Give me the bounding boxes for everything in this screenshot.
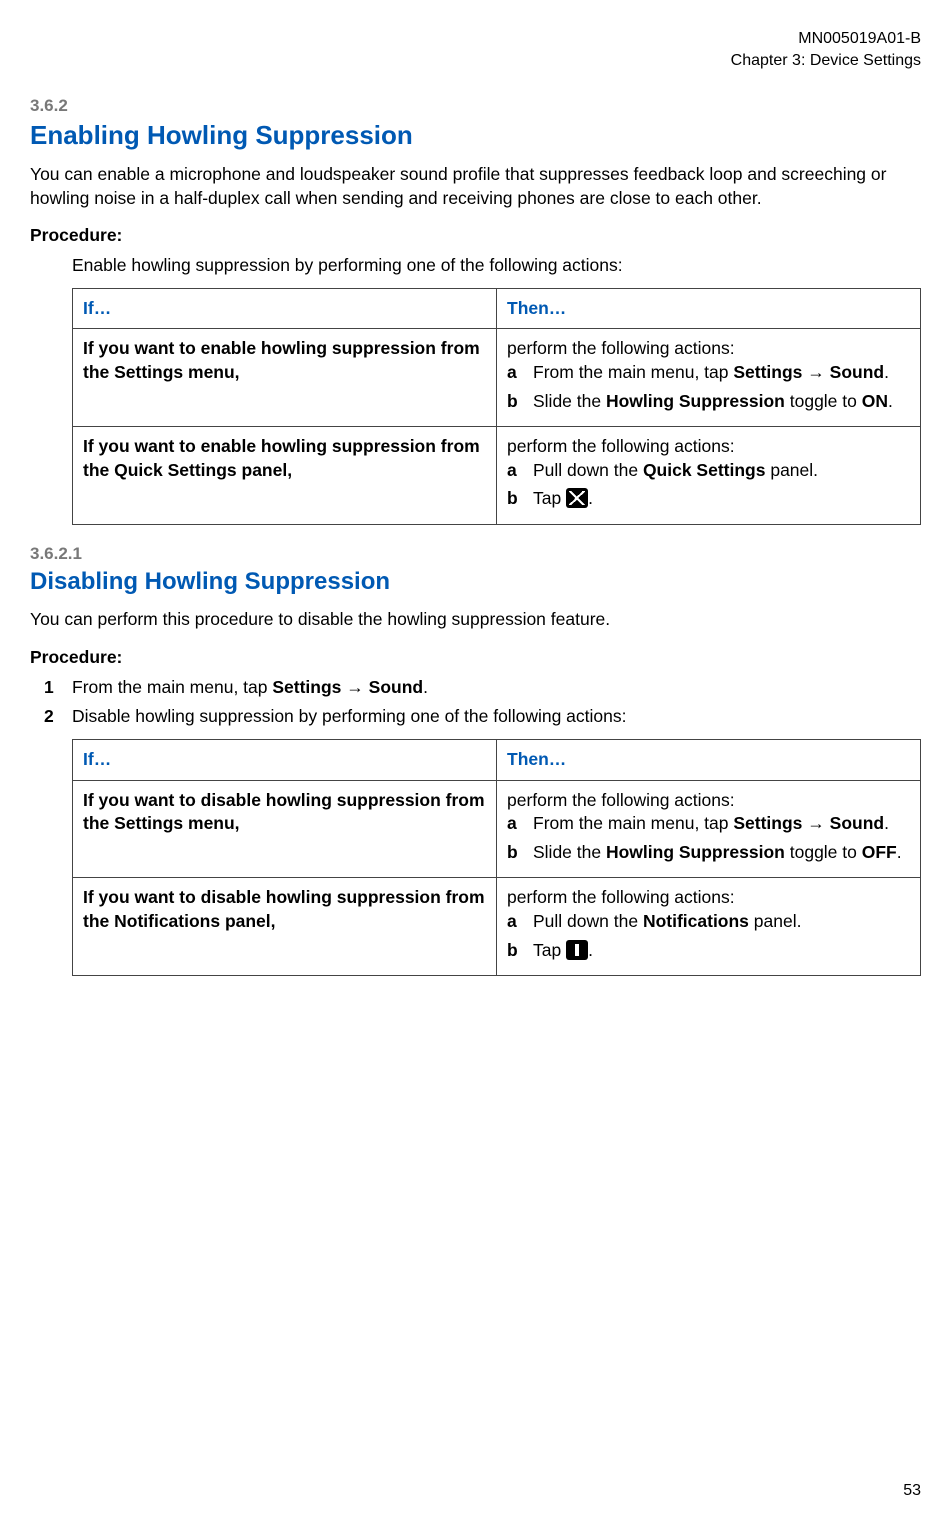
substep: b Slide the Howling Suppression toggle t… xyxy=(507,841,910,865)
procedure-heading: Procedure: xyxy=(30,224,921,248)
if-cell: If you want to disable howling suppres­s… xyxy=(73,878,497,976)
substep: a From the main menu, tap Settings → Sou… xyxy=(507,361,910,385)
if-then-table-enable: If… Then… If you want to enable howling … xyxy=(72,288,921,525)
then-lead: perform the following actions: xyxy=(507,435,910,459)
doc-id: MN005019A01-B xyxy=(30,28,921,50)
subsection-title: Disabling Howling Suppression xyxy=(30,566,921,598)
howling-suppression-icon xyxy=(566,488,588,508)
if-then-table-disable: If… Then… If you want to disable howling… xyxy=(72,739,921,976)
table-header-if: If… xyxy=(73,288,497,329)
chapter-title: Chapter 3: Device Settings xyxy=(30,50,921,72)
then-lead: perform the following actions: xyxy=(507,886,910,910)
substep: a Pull down the Quick Settings panel. xyxy=(507,459,910,483)
numbered-steps: 1 From the main menu, tap Settings → Sou… xyxy=(44,676,921,729)
substep: a From the main menu, tap Settings → Sou… xyxy=(507,812,910,836)
section-title: Enabling Howling Suppression xyxy=(30,118,921,153)
section-intro: You can enable a microphone and loudspea… xyxy=(30,163,921,210)
then-lead: perform the following actions: xyxy=(507,789,910,813)
then-cell: perform the following actions: a From th… xyxy=(497,329,921,427)
substep: b Slide the Howling Suppression toggle t… xyxy=(507,390,910,414)
substep: a Pull down the Notifications panel. xyxy=(507,910,910,934)
step: 2 Disable howling suppression by perform… xyxy=(44,705,921,729)
page-number: 53 xyxy=(903,1480,921,1502)
subsection-number: 3.6.2.1 xyxy=(30,543,921,566)
procedure-action: Enable howling suppression by performing… xyxy=(72,254,921,278)
step: 1 From the main menu, tap Settings → Sou… xyxy=(44,676,921,700)
then-cell: perform the following actions: a Pull do… xyxy=(497,878,921,976)
table-header-then: Then… xyxy=(497,288,921,329)
then-lead: perform the following actions: xyxy=(507,337,910,361)
table-header-then: Then… xyxy=(497,739,921,780)
howling-suppression-off-icon xyxy=(566,940,588,960)
table-header-if: If… xyxy=(73,739,497,780)
subsection-intro: You can perform this procedure to disabl… xyxy=(30,608,921,632)
substep: b Tap . xyxy=(507,939,910,963)
page-header: MN005019A01-B Chapter 3: Device Settings xyxy=(30,28,921,71)
procedure-heading: Procedure: xyxy=(30,646,921,670)
table-row: If you want to disable howling suppres­s… xyxy=(73,878,921,976)
table-row: If you want to enable howling suppres­si… xyxy=(73,427,921,525)
substep: b Tap . xyxy=(507,487,910,511)
section-number: 3.6.2 xyxy=(30,95,921,118)
if-cell: If you want to enable howling suppres­si… xyxy=(73,329,497,427)
if-cell: If you want to enable howling suppres­si… xyxy=(73,427,497,525)
then-cell: perform the following actions: a From th… xyxy=(497,780,921,878)
if-cell: If you want to disable howling suppres­s… xyxy=(73,780,497,878)
table-row: If you want to disable howling suppres­s… xyxy=(73,780,921,878)
table-row: If you want to enable howling suppres­si… xyxy=(73,329,921,427)
then-cell: perform the following actions: a Pull do… xyxy=(497,427,921,525)
